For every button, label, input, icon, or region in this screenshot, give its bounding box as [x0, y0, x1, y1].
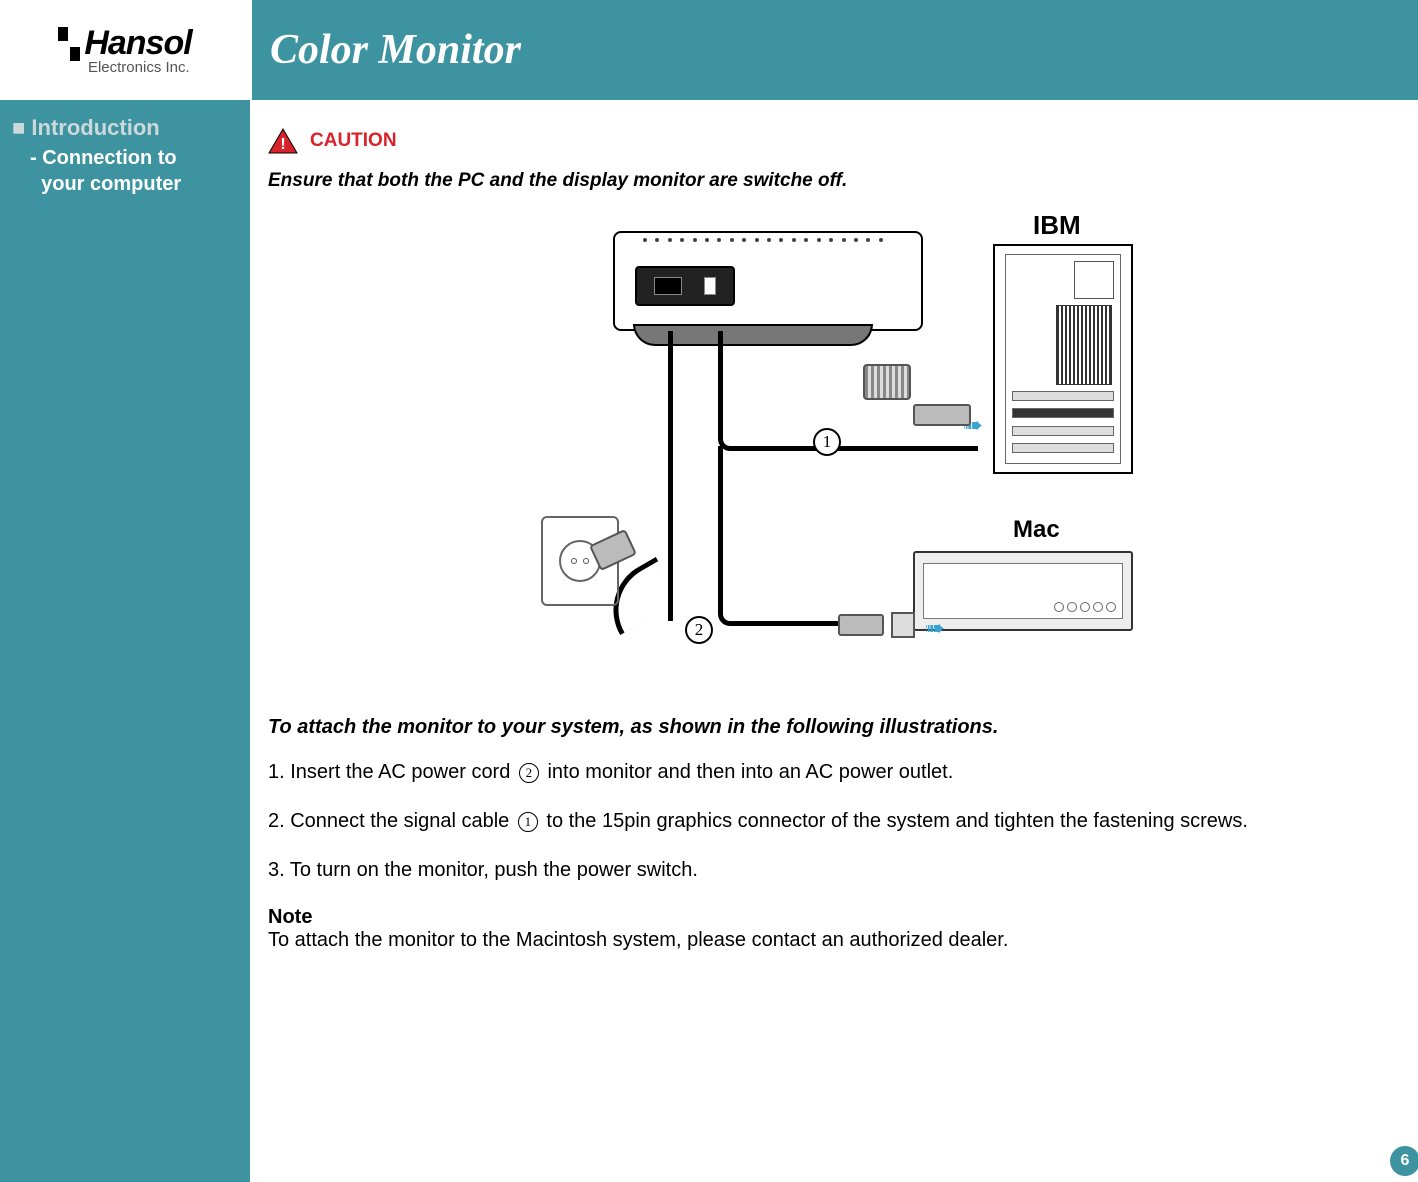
vertical-divider	[250, 0, 252, 1182]
brand-logo: Hansol Electronics Inc.	[58, 24, 191, 76]
nav: Introduction - Connection to your comput…	[12, 115, 181, 197]
caution-label: CAUTION	[310, 130, 397, 152]
monitor-vents-icon	[643, 238, 883, 254]
step-2-marker: 1	[518, 812, 538, 832]
logo-name: Hansol	[84, 24, 191, 63]
note-label: Note	[268, 906, 1398, 929]
logo-mark-icon	[58, 27, 80, 61]
step-1-prefix: 1. Insert the AC power cord	[268, 761, 516, 783]
step-2: 2. Connect the signal cable 1 to the 15p…	[268, 808, 1398, 835]
vga-connector-icon	[913, 404, 971, 426]
svg-text:!: !	[280, 136, 285, 153]
step-3-text: 3. To turn on the monitor, push the powe…	[268, 859, 698, 881]
instructions-heading: To attach the monitor to your system, as…	[268, 716, 1398, 739]
note-block: Note To attach the monitor to the Macint…	[268, 906, 1398, 952]
nav-section-introduction: Introduction	[12, 115, 181, 141]
sidebar: Hansol Electronics Inc. Introduction - C…	[0, 0, 250, 1182]
logo-box: Hansol Electronics Inc.	[0, 0, 250, 100]
step-1-suffix: into monitor and then into an AC power o…	[542, 761, 953, 783]
power-cord-icon	[668, 331, 673, 621]
vga-connector-2-icon	[838, 614, 884, 636]
arrow-right-icon: ➠	[925, 614, 945, 643]
page-title: Color Monitor	[270, 26, 521, 74]
page-number-badge: 6	[1390, 1146, 1418, 1176]
step-1-marker: 2	[519, 763, 539, 783]
logo-subtitle: Electronics Inc.	[88, 59, 190, 76]
step-2-suffix: to the 15pin graphics connector of the s…	[541, 810, 1248, 832]
step-3: 3. To turn on the monitor, push the powe…	[268, 857, 1398, 884]
nav-item-connection: - Connection to your computer	[30, 145, 181, 197]
step-1: 1. Insert the AC power cord 2 into monit…	[268, 759, 1398, 786]
ferrite-core-icon	[863, 364, 911, 400]
caution-text: Ensure that both the PC and the display …	[268, 170, 1398, 192]
signal-cable-2-icon	[718, 446, 858, 626]
step-2-prefix: 2. Connect the signal cable	[268, 810, 515, 832]
mac-rear-icon	[913, 551, 1133, 631]
marker-2: 2	[685, 616, 713, 644]
note-text: To attach the monitor to the Macintosh s…	[268, 929, 1398, 952]
pc-tower-icon	[993, 244, 1133, 474]
mac-adapter-icon	[891, 612, 915, 638]
signal-cable-icon	[718, 331, 978, 451]
mac-label: Mac	[1013, 516, 1060, 544]
content-area: ! CAUTION Ensure that both the PC and th…	[268, 128, 1398, 952]
monitor-port-panel-icon	[635, 266, 735, 306]
ibm-label: IBM	[1033, 210, 1081, 241]
connection-diagram: IBM ➠ 1	[533, 216, 1133, 686]
caution-row: ! CAUTION	[268, 128, 1398, 154]
header-bar: Color Monitor	[250, 0, 1418, 100]
warning-triangle-icon: !	[268, 128, 298, 154]
